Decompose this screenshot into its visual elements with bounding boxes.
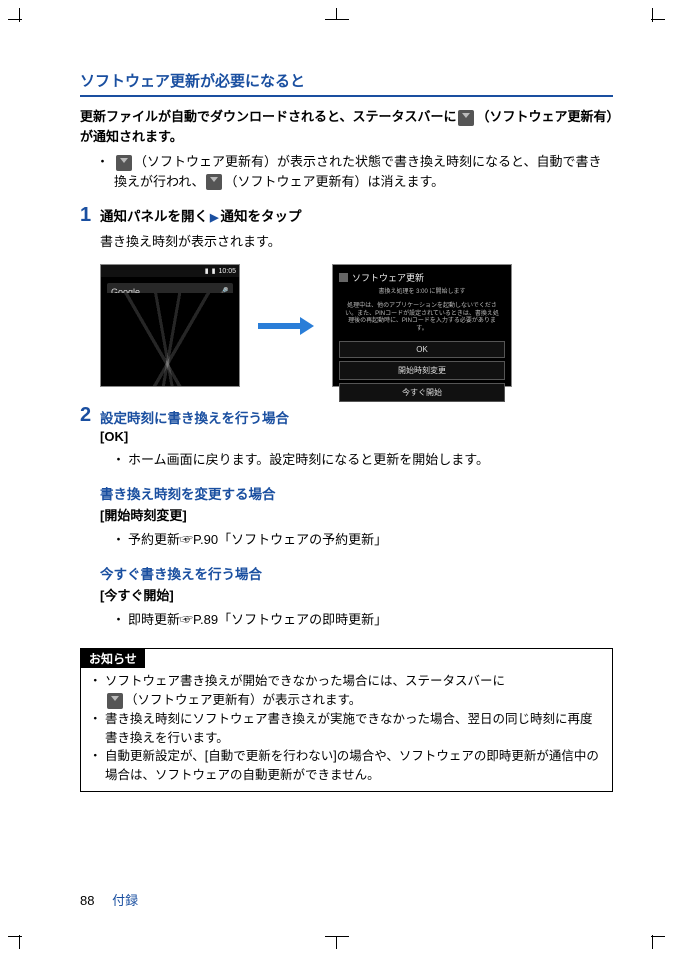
update-icon	[206, 174, 222, 190]
battery-icon: ▮	[212, 267, 216, 275]
case-now-action: [今すぐ開始]	[100, 585, 613, 604]
crop-mark	[641, 8, 665, 32]
intro-bullet-list: （ソフトウェア更新有）が表示された状態で書き換え時刻になると、自動で書き換えが行…	[80, 152, 613, 191]
notice-item: ソフトウェア書き換えが開始できなかった場合には、ステータスバーに （ソフトウェア…	[91, 672, 604, 710]
intro-line: 更新ファイルが自動でダウンロードされると、ステータスバーに（ソフトウェア更新有）…	[80, 107, 613, 146]
notice-text-a: ソフトウェア書き換えが開始できなかった場合には、ステータスバーに	[105, 674, 505, 688]
dialog-message-1: 書換え処理を 3:00 に開始します	[339, 287, 505, 301]
page-content: ソフトウェア更新が必要になると 更新ファイルが自動でダウンロードされると、ステー…	[0, 0, 673, 832]
triangle-icon: ▶	[210, 212, 218, 224]
list-item: ホーム画面に戻ります。設定時刻になると更新を開始します。	[114, 450, 613, 471]
update-icon	[458, 110, 474, 126]
signal-icon: ▮	[205, 267, 209, 275]
step-title-a: 通知パネルを開く	[100, 209, 208, 224]
case-now-header: 今すぐ書き換えを行う場合	[100, 563, 613, 583]
step-title: 通知パネルを開く▶通知をタップ	[100, 205, 613, 225]
case-scheduled-header: 設定時刻に書き換えを行う場合	[100, 407, 613, 427]
update-icon	[339, 273, 348, 282]
list-item: 予約更新☞P.90「ソフトウェアの予約更新」	[114, 530, 613, 551]
status-bar: ▮ ▮ 10:05	[101, 265, 239, 277]
step-1: 1 通知パネルを開く▶通知をタップ 書き換え時刻が表示されます。	[80, 205, 613, 250]
step-desc: 書き換え時刻が表示されます。	[100, 231, 613, 250]
notice-list: ソフトウェア書き換えが開始できなかった場合には、ステータスバーに （ソフトウェア…	[81, 668, 612, 791]
step-number: 1	[80, 205, 100, 250]
dialog-now-button: 今すぐ開始	[339, 383, 505, 402]
dialog-change-button: 開始時刻変更	[339, 361, 505, 380]
intro-text-a: 更新ファイルが自動でダウンロードされると、ステータスバーに	[80, 109, 456, 124]
crop-mark	[8, 925, 32, 949]
status-time: 10:05	[218, 268, 236, 275]
dialog-title-row: ソフトウェア更新	[339, 271, 505, 284]
page-number: 88	[80, 893, 94, 908]
step-body: 設定時刻に書き換えを行う場合 [OK] ホーム画面に戻ります。設定時刻になると更…	[100, 405, 613, 642]
notice-box: お知らせ ソフトウェア書き換えが開始できなかった場合には、ステータスバーに （ソ…	[80, 648, 613, 792]
case-scheduled-list: ホーム画面に戻ります。設定時刻になると更新を開始します。	[100, 450, 613, 471]
section-title: ソフトウェア更新が必要になると	[80, 70, 613, 97]
arrow-icon	[258, 317, 314, 335]
figure-row: ▮ ▮ 10:05 Google 🎤 ソフトウェア更新 書換え処理を 3:00 …	[100, 264, 613, 387]
case-change-action: [開始時刻変更]	[100, 505, 613, 524]
crop-mark	[8, 8, 32, 32]
lockscreen-figure: ▮ ▮ 10:05 Google 🎤	[100, 264, 240, 387]
notice-item: 自動更新設定が、[自動で更新を行わない]の場合や、ソフトウェアの即時更新が通信中…	[91, 747, 604, 785]
list-item: 即時更新☞P.89「ソフトウェアの即時更新」	[114, 610, 613, 631]
dialog-message-2: 処理中は、他のアプリケーションを起動しないでください。また、PINコードが設定さ…	[339, 301, 505, 338]
case-now-list: 即時更新☞P.89「ソフトウェアの即時更新」	[100, 610, 613, 631]
bullet-text-b: （ソフトウェア更新有）は消えます。	[224, 174, 444, 189]
dialog-title: ソフトウェア更新	[352, 271, 424, 284]
step-title-b: 通知をタップ	[220, 209, 301, 224]
page-footer: 88 付録	[80, 890, 138, 909]
dialog-ok-button: OK	[339, 341, 505, 358]
dialog-figure: ソフトウェア更新 書換え処理を 3:00 に開始します 処理中は、他のアプリケー…	[332, 264, 512, 387]
wallpaper-lines	[101, 293, 239, 386]
crop-mark	[641, 925, 665, 949]
intro-bullet: （ソフトウェア更新有）が表示された状態で書き換え時刻になると、自動で書き換えが行…	[100, 152, 613, 191]
case-change-list: 予約更新☞P.90「ソフトウェアの予約更新」	[100, 530, 613, 551]
crop-mark	[325, 8, 349, 32]
update-icon	[116, 155, 132, 171]
step-2: 2 設定時刻に書き換えを行う場合 [OK] ホーム画面に戻ります。設定時刻になる…	[80, 405, 613, 642]
update-icon	[107, 693, 123, 709]
crop-mark	[325, 925, 349, 949]
notice-item: 書き換え時刻にソフトウェア書き換えが実施できなかった場合、翌日の同じ時刻に再度書…	[91, 710, 604, 748]
step-number: 2	[80, 405, 100, 642]
case-scheduled-action: [OK]	[100, 429, 613, 444]
notice-text-b: （ソフトウェア更新有）が表示されます。	[125, 693, 361, 707]
step-body: 通知パネルを開く▶通知をタップ 書き換え時刻が表示されます。	[100, 205, 613, 250]
footer-label: 付録	[112, 893, 138, 908]
notice-label: お知らせ	[81, 649, 145, 668]
case-change-header: 書き換え時刻を変更する場合	[100, 483, 613, 503]
